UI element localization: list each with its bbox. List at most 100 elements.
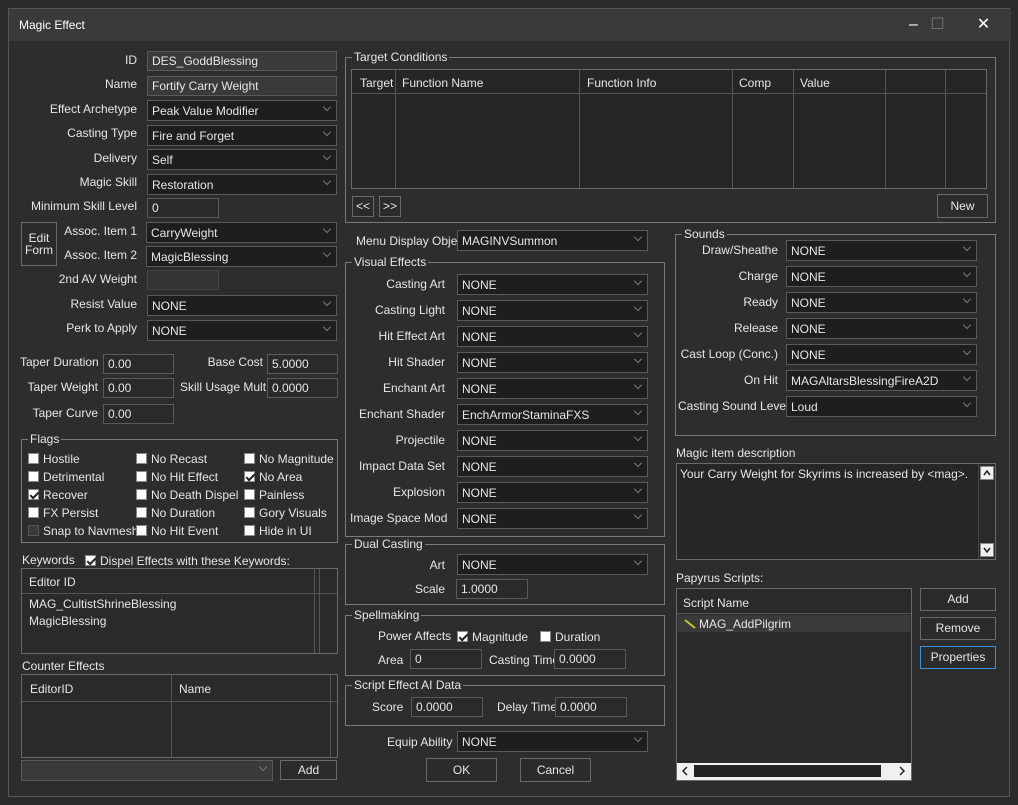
sound-cast-loop-conc--select[interactable]: NONE xyxy=(786,344,977,365)
delay-time-field[interactable]: 0.0000 xyxy=(555,697,627,717)
chevron-down-icon xyxy=(634,486,643,495)
flag-no-recast-checkbox[interactable]: No Recast xyxy=(136,452,207,466)
flag-gory-visuals-checkbox[interactable]: Gory Visuals xyxy=(244,506,327,520)
sound-casting-sound-level-select[interactable]: Loud xyxy=(786,396,977,417)
magic-skill-label: Magic Skill xyxy=(79,175,137,189)
flag-label: No Recast xyxy=(151,452,208,466)
sound-ready-select[interactable]: NONE xyxy=(786,292,977,313)
casting-type-select[interactable]: Fire and Forget xyxy=(147,125,337,146)
chevron-down-icon xyxy=(963,400,972,409)
next-page-button[interactable]: >> xyxy=(379,196,401,217)
resist-select[interactable]: NONE xyxy=(147,295,337,316)
scroll-down-icon[interactable] xyxy=(980,543,994,557)
hit-effect-art-select[interactable]: NONE xyxy=(457,326,648,347)
score-field[interactable]: 0.0000 xyxy=(411,697,483,717)
archetype-select[interactable]: Peak Value Modifier xyxy=(147,100,337,121)
flag-no-area-checkbox[interactable]: No Area xyxy=(244,470,302,484)
area-field[interactable]: 0 xyxy=(410,649,482,669)
keywords-list[interactable]: Editor ID MAG_CultistShrineBlessing Magi… xyxy=(21,568,338,654)
scrollbar-thumb[interactable] xyxy=(694,765,881,777)
skill-usage-field[interactable]: 0.0000 xyxy=(267,378,338,398)
script-add-button[interactable]: Add xyxy=(920,588,996,611)
image-space-mod-select[interactable]: NONE xyxy=(457,508,648,529)
scroll-left-icon[interactable] xyxy=(680,766,690,776)
casting-art-select[interactable]: NONE xyxy=(457,274,648,295)
hit-shader-select[interactable]: NONE xyxy=(457,352,648,373)
magnitude-checkbox[interactable]: Magnitude xyxy=(457,630,528,644)
flag-no-hit-event-checkbox[interactable]: No Hit Event xyxy=(136,524,218,538)
flag-no-magnitude-checkbox[interactable]: No Magnitude xyxy=(244,452,334,466)
flag-no-hit-effect-checkbox[interactable]: No Hit Effect xyxy=(136,470,218,484)
description-textarea[interactable]: Your Carry Weight for Skyrims is increas… xyxy=(676,463,996,560)
base-cost-field[interactable]: 5.0000 xyxy=(267,354,338,374)
flag-label: Snap to Navmesh xyxy=(43,524,139,538)
magic-skill-select[interactable]: Restoration xyxy=(147,174,337,195)
sound-release-select[interactable]: NONE xyxy=(786,318,977,339)
menu-display-select[interactable]: MAGINVSummon xyxy=(457,230,648,251)
dual-scale-field[interactable]: 1.0000 xyxy=(456,579,528,599)
explosion-select[interactable]: NONE xyxy=(457,482,648,503)
description-scrollbar[interactable] xyxy=(978,464,995,559)
new-condition-button[interactable]: New xyxy=(937,194,988,218)
chevron-down-icon xyxy=(963,296,972,305)
taper-weight-field[interactable]: 0.00 xyxy=(103,378,174,398)
duration-checkbox[interactable]: Duration xyxy=(540,630,600,644)
projectile-select[interactable]: NONE xyxy=(457,430,648,451)
taper-curve-field[interactable]: 0.00 xyxy=(103,404,174,424)
script-remove-button[interactable]: Remove xyxy=(920,617,996,640)
flag-hide-in-ui-checkbox[interactable]: Hide in UI xyxy=(244,524,312,538)
sound-charge-select[interactable]: NONE xyxy=(786,266,977,287)
second-av-field[interactable] xyxy=(147,270,219,290)
enchant-shader-select[interactable]: EnchArmorStaminaFXS xyxy=(457,404,648,425)
taper-duration-field[interactable]: 0.00 xyxy=(103,354,174,374)
min-skill-field[interactable]: 0 xyxy=(147,198,219,218)
enchant-art-label: Enchant Art xyxy=(382,381,445,395)
ok-button[interactable]: OK xyxy=(426,758,497,782)
counter-add-button[interactable]: Add xyxy=(280,760,337,780)
scroll-right-icon[interactable] xyxy=(897,766,907,776)
conditions-table[interactable]: Target Function Name Function Info Comp … xyxy=(351,69,987,189)
assoc2-select[interactable]: MagicBlessing xyxy=(146,246,337,267)
assoc1-select[interactable]: CarryWeight xyxy=(146,222,337,243)
sound-draw-sheathe-select[interactable]: NONE xyxy=(786,240,977,261)
casting-light-select[interactable]: NONE xyxy=(457,300,648,321)
maximize-button[interactable]: ☐ xyxy=(915,9,960,41)
dual-art-select[interactable]: NONE xyxy=(457,554,648,575)
scripts-list[interactable]: Script Name MAG_AddPilgrim xyxy=(676,588,912,781)
sound-on-hit-select[interactable]: MAGAltarsBlessingFireA2D xyxy=(786,370,977,391)
flag-no-death-dispel-checkbox[interactable]: No Death Dispel xyxy=(136,488,238,502)
script-properties-button[interactable]: Properties xyxy=(920,646,996,669)
casting-time-field[interactable]: 0.0000 xyxy=(554,649,626,669)
equip-ability-label: Equip Ability xyxy=(387,735,453,749)
enchant-shader-value: EnchArmorStaminaFXS xyxy=(462,408,590,422)
scripts-horizontal-scrollbar[interactable] xyxy=(677,763,911,780)
flag-hostile-checkbox[interactable]: Hostile xyxy=(28,452,80,466)
cancel-button[interactable]: Cancel xyxy=(520,758,591,782)
taper-weight-label: Taper Weight xyxy=(27,380,98,394)
scroll-up-icon[interactable] xyxy=(980,466,994,480)
flag-detrimental-checkbox[interactable]: Detrimental xyxy=(28,470,104,484)
delivery-select[interactable]: Self xyxy=(147,149,337,170)
perk-select[interactable]: NONE xyxy=(147,320,337,341)
flag-painless-checkbox[interactable]: Painless xyxy=(244,488,304,502)
flag-recover-checkbox[interactable]: Recover xyxy=(28,488,88,502)
archetype-value: Peak Value Modifier xyxy=(152,104,259,118)
title-bar: Magic Effect – ☐ ✕ xyxy=(9,9,1011,41)
dispel-checkbox[interactable]: Dispel Effects with these Keywords: xyxy=(85,554,290,568)
prev-page-button[interactable]: << xyxy=(352,196,374,217)
impact-data-set-select[interactable]: NONE xyxy=(457,456,648,477)
keyword-row[interactable]: MagicBlessing xyxy=(29,614,106,628)
equip-ability-select[interactable]: NONE xyxy=(457,731,648,752)
counter-effect-select[interactable] xyxy=(21,760,273,781)
flag-no-duration-checkbox[interactable]: No Duration xyxy=(136,506,215,520)
edit-form-button[interactable]: Edit Form xyxy=(21,222,57,266)
close-button[interactable]: ✕ xyxy=(961,9,1006,41)
flag-snap-to-navmesh-checkbox[interactable]: Snap to Navmesh xyxy=(28,524,138,538)
counter-effects-list[interactable]: EditorID Name xyxy=(21,674,338,758)
id-field[interactable]: DES_GoddBlessing xyxy=(147,51,337,71)
keyword-row[interactable]: MAG_CultistShrineBlessing xyxy=(29,597,176,611)
flag-fx-persist-checkbox[interactable]: FX Persist xyxy=(28,506,98,520)
enchant-art-select[interactable]: NONE xyxy=(457,378,648,399)
script-row[interactable]: MAG_AddPilgrim xyxy=(678,615,910,632)
name-field[interactable]: Fortify Carry Weight xyxy=(147,76,337,96)
